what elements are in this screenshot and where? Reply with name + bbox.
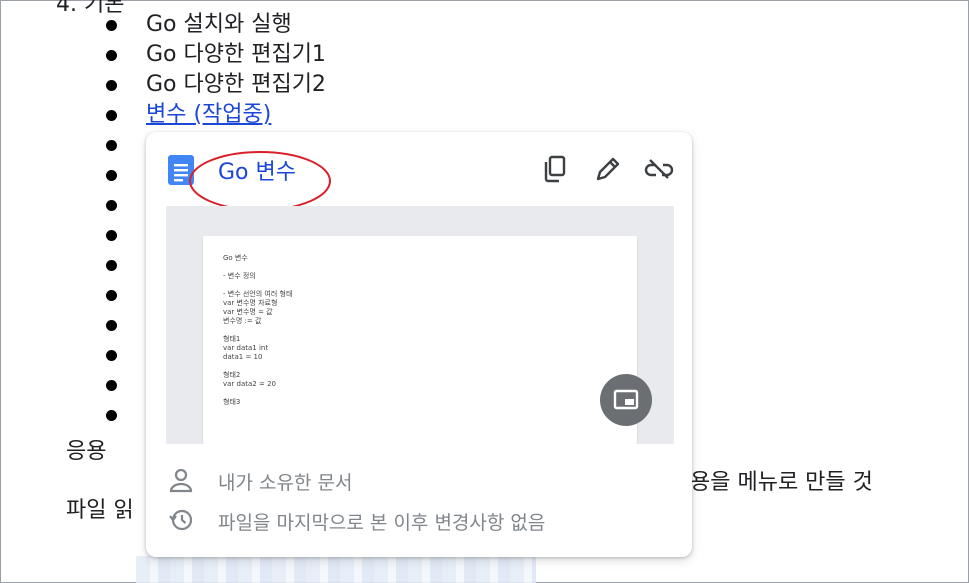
- bullet-dot: [106, 350, 117, 361]
- copy-link-icon: [544, 155, 566, 183]
- bullet-dot: [106, 260, 117, 271]
- list-item: 변수 (작업중): [106, 100, 906, 130]
- owner-text: 내가 소유한 문서: [218, 472, 353, 494]
- preview-line: var data2 = 20: [223, 380, 276, 388]
- bullet-dot: [106, 230, 117, 241]
- preview-line: var 변수명 = 값: [223, 308, 273, 316]
- blurred-content: [136, 556, 536, 583]
- bullet-dot: [106, 20, 117, 31]
- paragraph-text: 용을 메뉴로 만들 것: [690, 470, 873, 495]
- preview-page: Go 변수 - 변수 정의 - 변수 선언의 여러 형태 var 변수명 자료형 var…: [203, 236, 637, 444]
- bullet-dot: [106, 380, 117, 391]
- preview-line: - 변수 정의: [223, 272, 256, 280]
- preview-line: Go 변수: [223, 254, 248, 262]
- person-icon: [169, 468, 193, 493]
- list-item-text: Go 다양한 편집기2: [146, 72, 326, 97]
- remove-link-button[interactable]: [643, 153, 675, 185]
- history-icon: [169, 509, 193, 531]
- list-item: Go 다양한 편집기1: [106, 40, 906, 70]
- preview-line: [223, 326, 292, 335]
- bullet-dot: [106, 110, 117, 121]
- preview-line: data1 = 10: [223, 353, 263, 361]
- bullet-dot: [106, 140, 117, 151]
- bullet-dot: [106, 50, 117, 61]
- preview-line: [223, 362, 292, 371]
- changes-text: 파일을 마지막으로 본 이후 변경사항 없음: [218, 512, 546, 534]
- preview-line: 형태1: [223, 335, 241, 343]
- list-item: Go 다양한 편집기2: [106, 70, 906, 100]
- preview-line: 형태2: [223, 371, 241, 379]
- list-item: Go 설치와 실행: [106, 10, 906, 40]
- list-item-text: Go 설치와 실행: [146, 12, 292, 37]
- list-item-link[interactable]: 변수 (작업중): [146, 100, 271, 130]
- preview-line: [223, 281, 292, 290]
- bullet-dot: [106, 290, 117, 301]
- bullet-dot: [106, 170, 117, 181]
- preview-line: var 변수명 자료형: [223, 299, 278, 307]
- remove-link-icon: [644, 159, 674, 179]
- list-item-text: Go 다양한 편집기1: [146, 42, 326, 67]
- edit-pencil-icon: [596, 157, 620, 181]
- bullet-dot: [106, 200, 117, 211]
- preview-line: [223, 263, 292, 272]
- preview-line: - 변수 선언의 여러 형태: [223, 290, 293, 298]
- doc-preview[interactable]: Go 변수 - 변수 정의 - 변수 선언의 여러 형태 var 변수명 자료형 var…: [166, 206, 674, 444]
- picture-in-picture-icon: [613, 389, 639, 410]
- link-preview-card: Go 변수 Go 변수 - 변수 정의 - 변수 선언의 여러 형태 var 변수명 …: [146, 132, 692, 557]
- copy-link-button[interactable]: [540, 153, 572, 185]
- edit-link-button[interactable]: [592, 153, 624, 185]
- preview-line: 형태3: [223, 398, 241, 406]
- paragraph-text: 파일 읽: [66, 498, 134, 523]
- bullet-dot: [106, 80, 117, 91]
- preview-line: 변수명 := 값: [223, 317, 262, 325]
- bullet-dot: [106, 320, 117, 331]
- picture-in-picture-button[interactable]: [600, 374, 652, 426]
- preview-line: var data1 int: [223, 344, 269, 352]
- bullet-dot: [106, 410, 117, 421]
- paragraph-text: 응용: [66, 439, 107, 464]
- preview-line: [223, 389, 292, 398]
- red-annotation-circle: [189, 151, 331, 211]
- preview-text: Go 변수 - 변수 정의 - 변수 선언의 여러 형태 var 변수명 자료형 var…: [223, 254, 292, 407]
